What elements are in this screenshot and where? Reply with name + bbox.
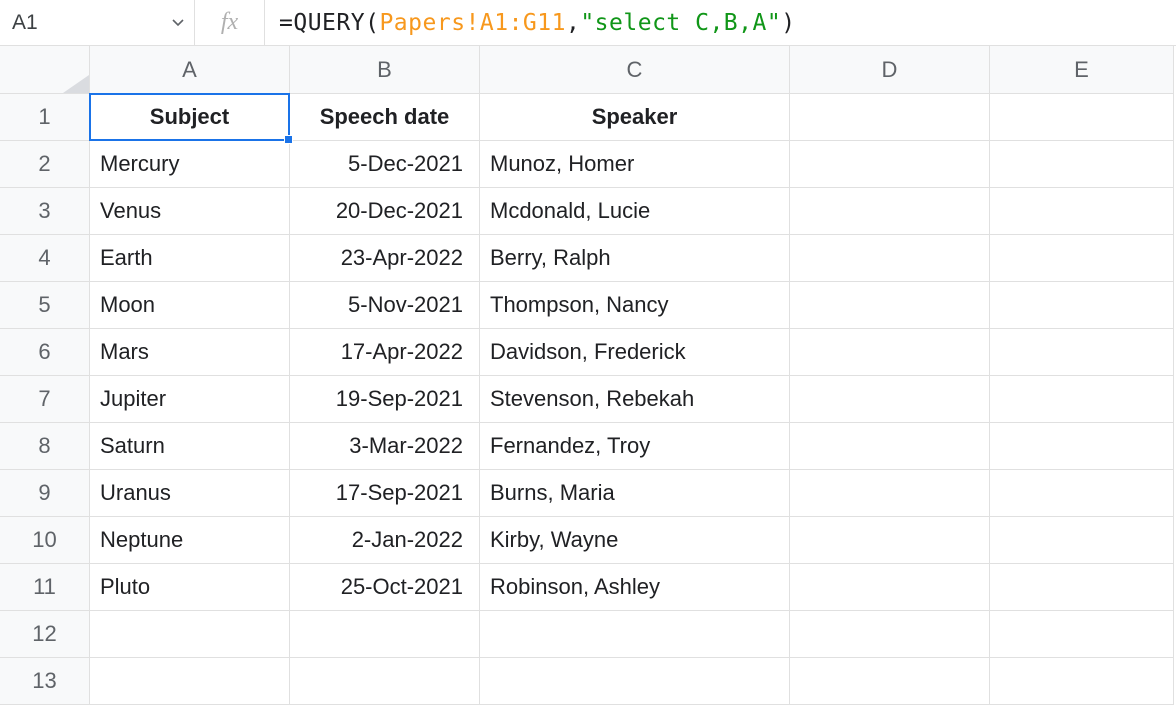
cell-A4[interactable]: Earth <box>90 235 290 282</box>
col-header-A[interactable]: A <box>90 46 290 94</box>
col-header-E[interactable]: E <box>990 46 1174 94</box>
cell-E1[interactable] <box>990 94 1174 141</box>
cell-D13[interactable] <box>790 658 990 705</box>
cell-B8[interactable]: 3-Mar-2022 <box>290 423 480 470</box>
cell-D9[interactable] <box>790 470 990 517</box>
cell-B10[interactable]: 2-Jan-2022 <box>290 517 480 564</box>
cell-E3[interactable] <box>990 188 1174 235</box>
cell-B12[interactable] <box>290 611 480 658</box>
cell-A1[interactable]: Subject <box>90 94 290 141</box>
row-header-11[interactable]: 11 <box>0 564 90 611</box>
cell-E8[interactable] <box>990 423 1174 470</box>
cell-D5[interactable] <box>790 282 990 329</box>
cell-A7[interactable]: Jupiter <box>90 376 290 423</box>
cell-A2[interactable]: Mercury <box>90 141 290 188</box>
cell-E7[interactable] <box>990 376 1174 423</box>
cell-E6[interactable] <box>990 329 1174 376</box>
cell-C6[interactable]: Davidson, Frederick <box>480 329 790 376</box>
cell-C11[interactable]: Robinson, Ashley <box>480 564 790 611</box>
cell-C8[interactable]: Fernandez, Troy <box>480 423 790 470</box>
fx-icon: fx <box>195 0 265 45</box>
formula-bar: A1 fx =QUERY(Papers!A1:G11, "select C,B,… <box>0 0 1176 46</box>
cell-C2[interactable]: Munoz, Homer <box>480 141 790 188</box>
row-header-12[interactable]: 12 <box>0 611 90 658</box>
cell-D3[interactable] <box>790 188 990 235</box>
cell-D6[interactable] <box>790 329 990 376</box>
formula-range: Papers!A1:G11 <box>379 10 566 36</box>
cell-A9[interactable]: Uranus <box>90 470 290 517</box>
cell-D7[interactable] <box>790 376 990 423</box>
formula-querystr: "select C,B,A" <box>580 10 781 36</box>
cell-C13[interactable] <box>480 658 790 705</box>
cell-C3[interactable]: Mcdonald, Lucie <box>480 188 790 235</box>
formula-fn: =QUERY <box>279 10 365 36</box>
name-box-dropdown-icon[interactable] <box>170 19 194 27</box>
row-header-7[interactable]: 7 <box>0 376 90 423</box>
cell-B9[interactable]: 17-Sep-2021 <box>290 470 480 517</box>
cell-E10[interactable] <box>990 517 1174 564</box>
formula-rparen: ) <box>781 10 795 36</box>
cell-A6[interactable]: Mars <box>90 329 290 376</box>
row-header-3[interactable]: 3 <box>0 188 90 235</box>
row-header-2[interactable]: 2 <box>0 141 90 188</box>
formula-comma: , <box>566 10 580 36</box>
cell-D8[interactable] <box>790 423 990 470</box>
row-header-13[interactable]: 13 <box>0 658 90 705</box>
cell-B6[interactable]: 17-Apr-2022 <box>290 329 480 376</box>
cell-A5[interactable]: Moon <box>90 282 290 329</box>
name-box[interactable]: A1 <box>0 0 195 45</box>
cell-D2[interactable] <box>790 141 990 188</box>
cell-E5[interactable] <box>990 282 1174 329</box>
name-box-value: A1 <box>12 11 170 35</box>
cell-A11[interactable]: Pluto <box>90 564 290 611</box>
row-header-5[interactable]: 5 <box>0 282 90 329</box>
cell-C12[interactable] <box>480 611 790 658</box>
cell-A8[interactable]: Saturn <box>90 423 290 470</box>
select-all-corner[interactable] <box>0 46 90 94</box>
cell-E12[interactable] <box>990 611 1174 658</box>
cell-B2[interactable]: 5-Dec-2021 <box>290 141 480 188</box>
col-header-B[interactable]: B <box>290 46 480 94</box>
formula-input[interactable]: =QUERY(Papers!A1:G11, "select C,B,A") <box>265 0 1176 45</box>
cell-A12[interactable] <box>90 611 290 658</box>
cell-C9[interactable]: Burns, Maria <box>480 470 790 517</box>
cell-A10[interactable]: Neptune <box>90 517 290 564</box>
row-header-1[interactable]: 1 <box>0 94 90 141</box>
cell-B1[interactable]: Speech date <box>290 94 480 141</box>
cell-D1[interactable] <box>790 94 990 141</box>
cell-E4[interactable] <box>990 235 1174 282</box>
grid-wrap: A B C D E 1 Subject Speech date Speaker … <box>0 46 1176 705</box>
cell-C4[interactable]: Berry, Ralph <box>480 235 790 282</box>
spreadsheet-grid: A B C D E 1 Subject Speech date Speaker … <box>0 46 1176 705</box>
cell-E13[interactable] <box>990 658 1174 705</box>
col-header-C[interactable]: C <box>480 46 790 94</box>
cell-C10[interactable]: Kirby, Wayne <box>480 517 790 564</box>
row-header-8[interactable]: 8 <box>0 423 90 470</box>
row-header-10[interactable]: 10 <box>0 517 90 564</box>
cell-C5[interactable]: Thompson, Nancy <box>480 282 790 329</box>
cell-C7[interactable]: Stevenson, Rebekah <box>480 376 790 423</box>
cell-D12[interactable] <box>790 611 990 658</box>
row-header-9[interactable]: 9 <box>0 470 90 517</box>
row-header-6[interactable]: 6 <box>0 329 90 376</box>
cell-D4[interactable] <box>790 235 990 282</box>
cell-B4[interactable]: 23-Apr-2022 <box>290 235 480 282</box>
cell-E2[interactable] <box>990 141 1174 188</box>
cell-A13[interactable] <box>90 658 290 705</box>
cell-B13[interactable] <box>290 658 480 705</box>
cell-E11[interactable] <box>990 564 1174 611</box>
cell-D11[interactable] <box>790 564 990 611</box>
formula-lparen: ( <box>365 10 379 36</box>
cell-B5[interactable]: 5-Nov-2021 <box>290 282 480 329</box>
cell-C1[interactable]: Speaker <box>480 94 790 141</box>
cell-E9[interactable] <box>990 470 1174 517</box>
cell-A3[interactable]: Venus <box>90 188 290 235</box>
cell-B11[interactable]: 25-Oct-2021 <box>290 564 480 611</box>
col-header-D[interactable]: D <box>790 46 990 94</box>
cell-D10[interactable] <box>790 517 990 564</box>
cell-B3[interactable]: 20-Dec-2021 <box>290 188 480 235</box>
row-header-4[interactable]: 4 <box>0 235 90 282</box>
cell-B7[interactable]: 19-Sep-2021 <box>290 376 480 423</box>
